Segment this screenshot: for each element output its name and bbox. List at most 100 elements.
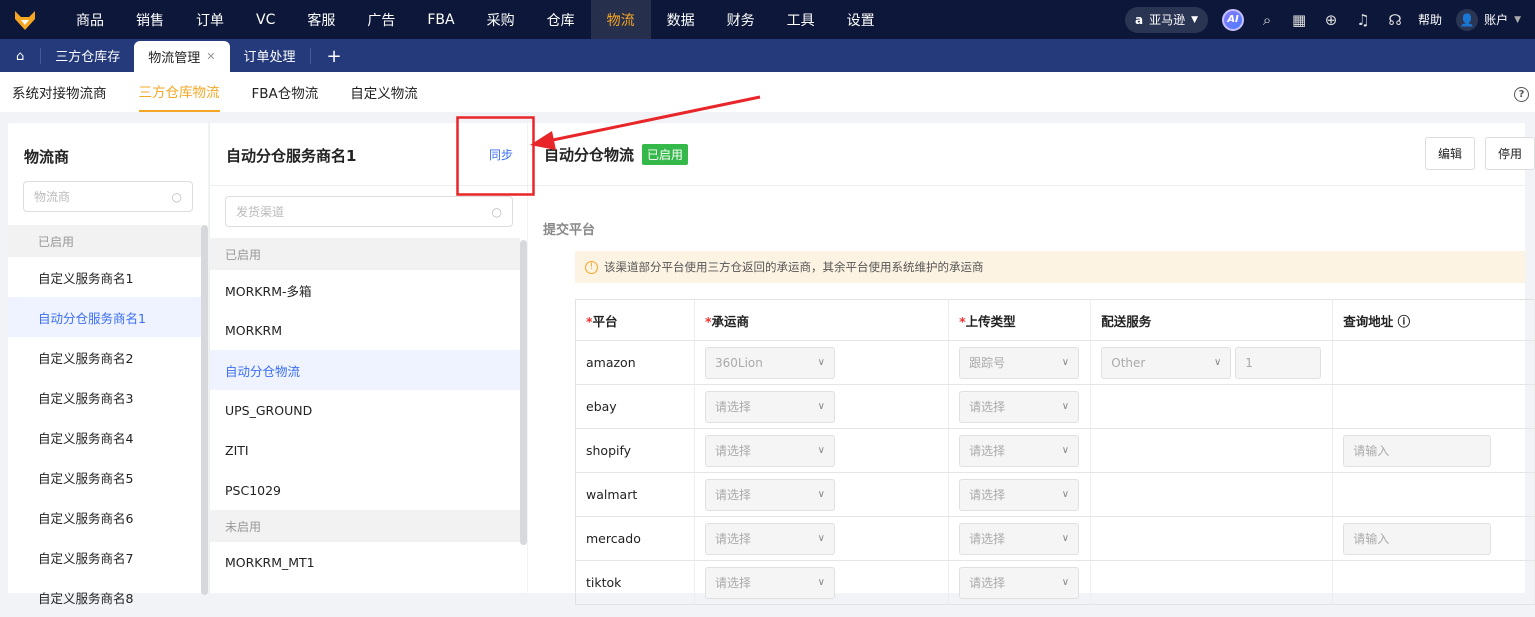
provider-list-item[interactable]: 自定义服务商名7 bbox=[8, 537, 201, 577]
nav-item-10[interactable]: 数据 bbox=[651, 0, 711, 39]
nav-item-3[interactable]: VC bbox=[240, 0, 291, 39]
nav-item-11[interactable]: 财务 bbox=[711, 0, 771, 39]
apps-grid-icon[interactable]: ▦ bbox=[1290, 11, 1308, 29]
carrier-cell: 请选择 ∨ bbox=[694, 384, 950, 429]
subnav-system-carriers[interactable]: 系统对接物流商 bbox=[12, 72, 107, 112]
disable-button[interactable]: 停用 bbox=[1485, 137, 1535, 170]
scrollbar[interactable] bbox=[201, 225, 208, 595]
upload-type-select[interactable]: 请选择 ∨ bbox=[959, 390, 1080, 423]
close-icon[interactable]: ✕ bbox=[206, 50, 215, 63]
nav-item-8[interactable]: 仓库 bbox=[531, 0, 591, 39]
carrier-select[interactable]: 请选择 ∨ bbox=[704, 522, 835, 555]
carrier-select[interactable]: 请选择 ∨ bbox=[704, 478, 835, 511]
tab-order-processing[interactable]: 订单处理 bbox=[230, 39, 310, 72]
service-select[interactable]: Other ∨ bbox=[1101, 346, 1232, 379]
table-row: mercado 请选择 ∨ 请选择 ∨ 请输入 bbox=[575, 516, 1535, 561]
home-tab-icon[interactable]: ⌂ bbox=[0, 48, 42, 64]
query-url-input[interactable]: 请输入 bbox=[1343, 434, 1492, 467]
channel-detail-panel: 自动分仓物流 已启用 编辑 停用 提交平台 ! 该渠道部分平台使用三方仓返回的承运… bbox=[528, 123, 1535, 605]
nav-item-0[interactable]: 商品 bbox=[60, 0, 120, 39]
query-url-cell bbox=[1332, 340, 1535, 385]
provider-list-item[interactable]: 自定义服务商名3 bbox=[8, 377, 201, 417]
provider-title: 物流商 bbox=[24, 148, 70, 166]
provider-list-item[interactable]: 自定义服务商名4 bbox=[8, 417, 201, 457]
fox-logo-icon[interactable] bbox=[0, 0, 50, 39]
service-cell bbox=[1090, 472, 1334, 517]
platform-cell: shopify bbox=[575, 428, 695, 473]
upload-type-select[interactable]: 请选择 ∨ bbox=[959, 434, 1080, 467]
help-link[interactable]: 帮助 bbox=[1418, 11, 1442, 28]
carrier-select[interactable]: 请选择 ∨ bbox=[704, 566, 835, 599]
select-value: 请选择 bbox=[969, 400, 1006, 414]
upload-type-select[interactable]: 请选择 ∨ bbox=[959, 522, 1080, 555]
provider-list-item[interactable]: 自定义服务商名5 bbox=[8, 457, 201, 497]
nav-item-7[interactable]: 采购 bbox=[471, 0, 531, 39]
service-cell bbox=[1090, 560, 1334, 605]
channel-search-input[interactable]: 发货渠道 ○ bbox=[225, 196, 513, 227]
query-url-cell bbox=[1332, 560, 1535, 605]
nav-item-12[interactable]: 工具 bbox=[771, 0, 831, 39]
nav-item-9[interactable]: 物流 bbox=[590, 0, 651, 39]
service-cell: Other ∨ 1 bbox=[1090, 340, 1334, 385]
provider-list-item[interactable]: 自定义服务商名8 bbox=[8, 577, 201, 617]
channel-list-item[interactable]: MORKRM_MT1 bbox=[210, 542, 520, 582]
select-value: 360Lion bbox=[714, 355, 763, 370]
channel-list-item[interactable]: 自动分仓物流 bbox=[210, 350, 520, 390]
subnav-custom-logistics[interactable]: 自定义物流 bbox=[350, 72, 418, 112]
upload-type-select[interactable]: 请选择 ∨ bbox=[959, 566, 1080, 599]
ai-button[interactable]: AI bbox=[1222, 8, 1245, 31]
edit-button[interactable]: 编辑 bbox=[1425, 137, 1475, 170]
nav-item-4[interactable]: 客服 bbox=[291, 0, 351, 39]
subnav-third-party-logistics[interactable]: 三方仓库物流 bbox=[138, 72, 220, 112]
nav-item-5[interactable]: 广告 bbox=[351, 0, 411, 39]
channel-panel-title: 自动分仓服务商名1 bbox=[226, 147, 357, 165]
channel-list-item[interactable]: ZITI bbox=[210, 430, 520, 470]
service-number-input[interactable]: 1 bbox=[1235, 346, 1322, 379]
column-header-label: 查询地址 bbox=[1343, 313, 1394, 329]
provider-list-item[interactable]: 自定义服务商名6 bbox=[8, 497, 201, 537]
select-value: 请选择 bbox=[714, 532, 751, 546]
platform-cell: mercado bbox=[575, 516, 695, 561]
channel-list-item[interactable]: MORKRM-多箱 bbox=[210, 270, 520, 310]
select-value: 请选择 bbox=[969, 444, 1006, 458]
provider-search-input[interactable]: 物流商 ○ bbox=[23, 181, 193, 212]
carrier-select[interactable]: 请选择 ∨ bbox=[704, 390, 835, 423]
select-value: 请选择 bbox=[714, 488, 751, 502]
headset-icon[interactable]: ☊ bbox=[1386, 11, 1404, 29]
bell-icon[interactable]: ♫ bbox=[1354, 11, 1372, 29]
upload-type-select[interactable]: 跟踪号 ∨ bbox=[959, 346, 1080, 379]
scrollbar[interactable] bbox=[520, 240, 527, 545]
nav-item-6[interactable]: FBA bbox=[411, 0, 470, 39]
provider-list-item[interactable]: 自定义服务商名1 bbox=[8, 257, 201, 297]
nav-item-1[interactable]: 销售 bbox=[120, 0, 180, 39]
add-tab-button[interactable]: + bbox=[309, 46, 356, 67]
account-menu[interactable]: 👤 账户 ▼ bbox=[1456, 8, 1521, 31]
platform-selector[interactable]: a 亚马逊 ▼ bbox=[1125, 6, 1209, 33]
tab-logistics-management[interactable]: 物流管理 ✕ bbox=[134, 41, 230, 72]
tab-third-party-inventory[interactable]: 三方仓库存 bbox=[41, 39, 134, 72]
help-icon[interactable]: ? bbox=[1514, 87, 1529, 102]
help-icon[interactable]: ⓘ bbox=[1393, 314, 1411, 329]
nav-item-2[interactable]: 订单 bbox=[180, 0, 240, 39]
download-icon[interactable]: ⊕ bbox=[1322, 11, 1340, 29]
sync-button[interactable]: 同步 bbox=[489, 146, 513, 163]
channel-panel: 自动分仓服务商名1 同步 发货渠道 ○ 已启用 MORKRM-多箱 MORKRM 自动分… bbox=[209, 123, 528, 593]
subnav-fba-logistics[interactable]: FBA仓物流 bbox=[252, 72, 319, 112]
nav-item-13[interactable]: 设置 bbox=[831, 0, 891, 39]
chevron-down-icon: ∨ bbox=[1061, 489, 1070, 500]
carrier-select[interactable]: 360Lion ∨ bbox=[704, 346, 835, 379]
avatar-icon: 👤 bbox=[1456, 8, 1479, 31]
chevron-down-icon: ∨ bbox=[1061, 357, 1070, 368]
select-value: 跟踪号 bbox=[969, 356, 1006, 370]
provider-list-item[interactable]: 自定义服务商名2 bbox=[8, 337, 201, 377]
provider-list-item[interactable]: 自动分仓服务商名1 bbox=[8, 297, 201, 337]
query-url-input[interactable]: 请输入 bbox=[1343, 522, 1492, 555]
status-badge: 已启用 bbox=[642, 144, 689, 165]
channel-list-item[interactable]: UPS_GROUND bbox=[210, 390, 520, 430]
column-header-label: 平台 bbox=[592, 313, 618, 329]
channel-list-item[interactable]: MORKRM bbox=[210, 310, 520, 350]
channel-list-item[interactable]: PSC1029 bbox=[210, 470, 520, 510]
upload-type-select[interactable]: 请选择 ∨ bbox=[959, 478, 1080, 511]
search-icon[interactable]: ⌕ bbox=[1258, 11, 1276, 29]
carrier-select[interactable]: 请选择 ∨ bbox=[704, 434, 835, 467]
